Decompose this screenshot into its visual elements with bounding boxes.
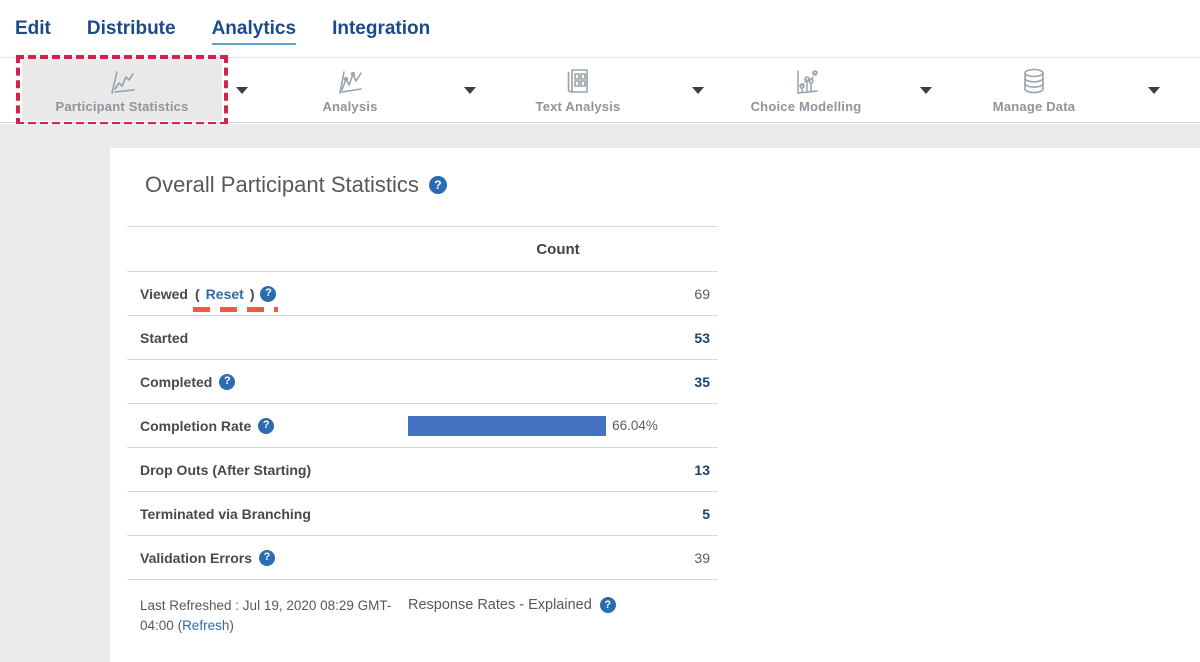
card-title-row: Overall Participant Statistics ? <box>110 148 1200 198</box>
response-rates-explained: Response Rates - Explained ? <box>408 596 616 637</box>
table-row-validation-errors: Validation Errors ? 39 <box>127 536 718 580</box>
toolbar-item-label: Manage Data <box>993 99 1075 114</box>
row-value: 35 <box>398 374 718 390</box>
nav-item-analytics[interactable]: Analytics <box>212 18 296 45</box>
toolbar-item-label: Choice Modelling <box>751 99 862 114</box>
row-label: Viewed <box>140 286 188 302</box>
row-label: Terminated via Branching <box>140 506 311 522</box>
toolbar-item-label: Participant Statistics <box>56 99 189 114</box>
row-value: 53 <box>398 330 718 346</box>
toolbar-group-choice-modelling: Choice Modelling <box>706 59 934 121</box>
table-row-completed: Completed ? 35 <box>127 360 718 404</box>
manage-data-button[interactable]: Manage Data <box>934 59 1134 121</box>
line-chart-icon <box>107 66 137 96</box>
top-nav: Edit Distribute Analytics Integration <box>0 0 1200 57</box>
validation-errors-help-icon[interactable]: ? <box>259 550 275 566</box>
content-card: Overall Participant Statistics ? Count V… <box>110 148 1200 662</box>
viewed-help-icon[interactable]: ? <box>260 286 276 302</box>
analytics-toolbar: Participant Statistics Analysis <box>0 57 1200 123</box>
last-refreshed-text: Last Refreshed : Jul 19, 2020 08:29 GMT-… <box>140 596 395 637</box>
analysis-button[interactable]: Analysis <box>250 59 450 121</box>
red-dashed-annotation-underline <box>193 307 278 312</box>
manage-data-dropdown-caret[interactable] <box>1148 87 1160 94</box>
analysis-dropdown-caret[interactable] <box>464 87 476 94</box>
area-chart-icon <box>335 66 365 96</box>
toolbar-group-participant-statistics: Participant Statistics <box>22 59 250 121</box>
toolbar-group-analysis: Analysis <box>250 59 478 121</box>
row-label: Completed <box>140 374 212 390</box>
page-background: Overall Participant Statistics ? Count V… <box>0 124 1200 662</box>
table-header-row: Count <box>127 227 718 272</box>
text-analysis-button[interactable]: Text Analysis <box>478 59 678 121</box>
database-icon <box>1019 66 1049 96</box>
reset-annotated-group: ( Reset ) ? <box>195 286 276 302</box>
response-rates-help-icon[interactable]: ? <box>600 597 616 613</box>
table-row-drop-outs: Drop Outs (After Starting) 13 <box>127 448 718 492</box>
completion-bar-fill <box>408 416 606 436</box>
page-title: Overall Participant Statistics <box>145 172 419 198</box>
title-help-icon[interactable]: ? <box>429 176 447 194</box>
row-label: Started <box>140 330 188 346</box>
completed-help-icon[interactable]: ? <box>219 374 235 390</box>
choice-modelling-button[interactable]: Choice Modelling <box>706 59 906 121</box>
document-grid-icon <box>563 66 593 96</box>
nav-item-distribute[interactable]: Distribute <box>87 18 176 45</box>
completion-rate-help-icon[interactable]: ? <box>258 418 274 434</box>
table-footer: Last Refreshed : Jul 19, 2020 08:29 GMT-… <box>127 580 718 637</box>
row-value: 39 <box>398 550 718 566</box>
participant-statistics-table: Count Viewed ( Reset ) ? 69 <box>127 226 718 637</box>
completion-rate-value: 66.04% <box>612 418 658 433</box>
table-row-started: Started 53 <box>127 316 718 360</box>
row-label: Completion Rate <box>140 418 251 434</box>
reset-link[interactable]: Reset <box>206 286 244 302</box>
nav-item-integration[interactable]: Integration <box>332 18 430 45</box>
scatter-trend-icon <box>791 66 821 96</box>
row-label: Validation Errors <box>140 550 252 566</box>
toolbar-group-text-analysis: Text Analysis <box>478 59 706 121</box>
count-column-header: Count <box>398 241 718 258</box>
table-row-terminated: Terminated via Branching 5 <box>127 492 718 536</box>
participant-statistics-dropdown-caret[interactable] <box>236 87 248 94</box>
table-row-completion-rate: Completion Rate ? 66.04% <box>127 404 718 448</box>
text-analysis-dropdown-caret[interactable] <box>692 87 704 94</box>
toolbar-group-manage-data: Manage Data <box>934 59 1162 121</box>
app-screen: Edit Distribute Analytics Integration Pa… <box>0 0 1200 662</box>
paren-close: ) <box>250 286 255 302</box>
completion-rate-bar-cell: 66.04% <box>398 416 718 436</box>
paren-open: ( <box>195 286 200 302</box>
toolbar-item-label: Analysis <box>322 99 377 114</box>
participant-statistics-button[interactable]: Participant Statistics <box>22 59 222 121</box>
row-value: 13 <box>398 462 718 478</box>
toolbar-item-label: Text Analysis <box>536 99 621 114</box>
completion-bar-track <box>408 416 606 436</box>
paren-close: ) <box>229 618 234 633</box>
refresh-link[interactable]: Refresh <box>182 618 229 633</box>
choice-modelling-dropdown-caret[interactable] <box>920 87 932 94</box>
table-row-viewed: Viewed ( Reset ) ? 69 <box>127 272 718 316</box>
row-value: 5 <box>398 506 718 522</box>
row-value: 69 <box>398 286 718 302</box>
nav-item-edit[interactable]: Edit <box>15 18 51 45</box>
row-label: Drop Outs (After Starting) <box>140 462 311 478</box>
